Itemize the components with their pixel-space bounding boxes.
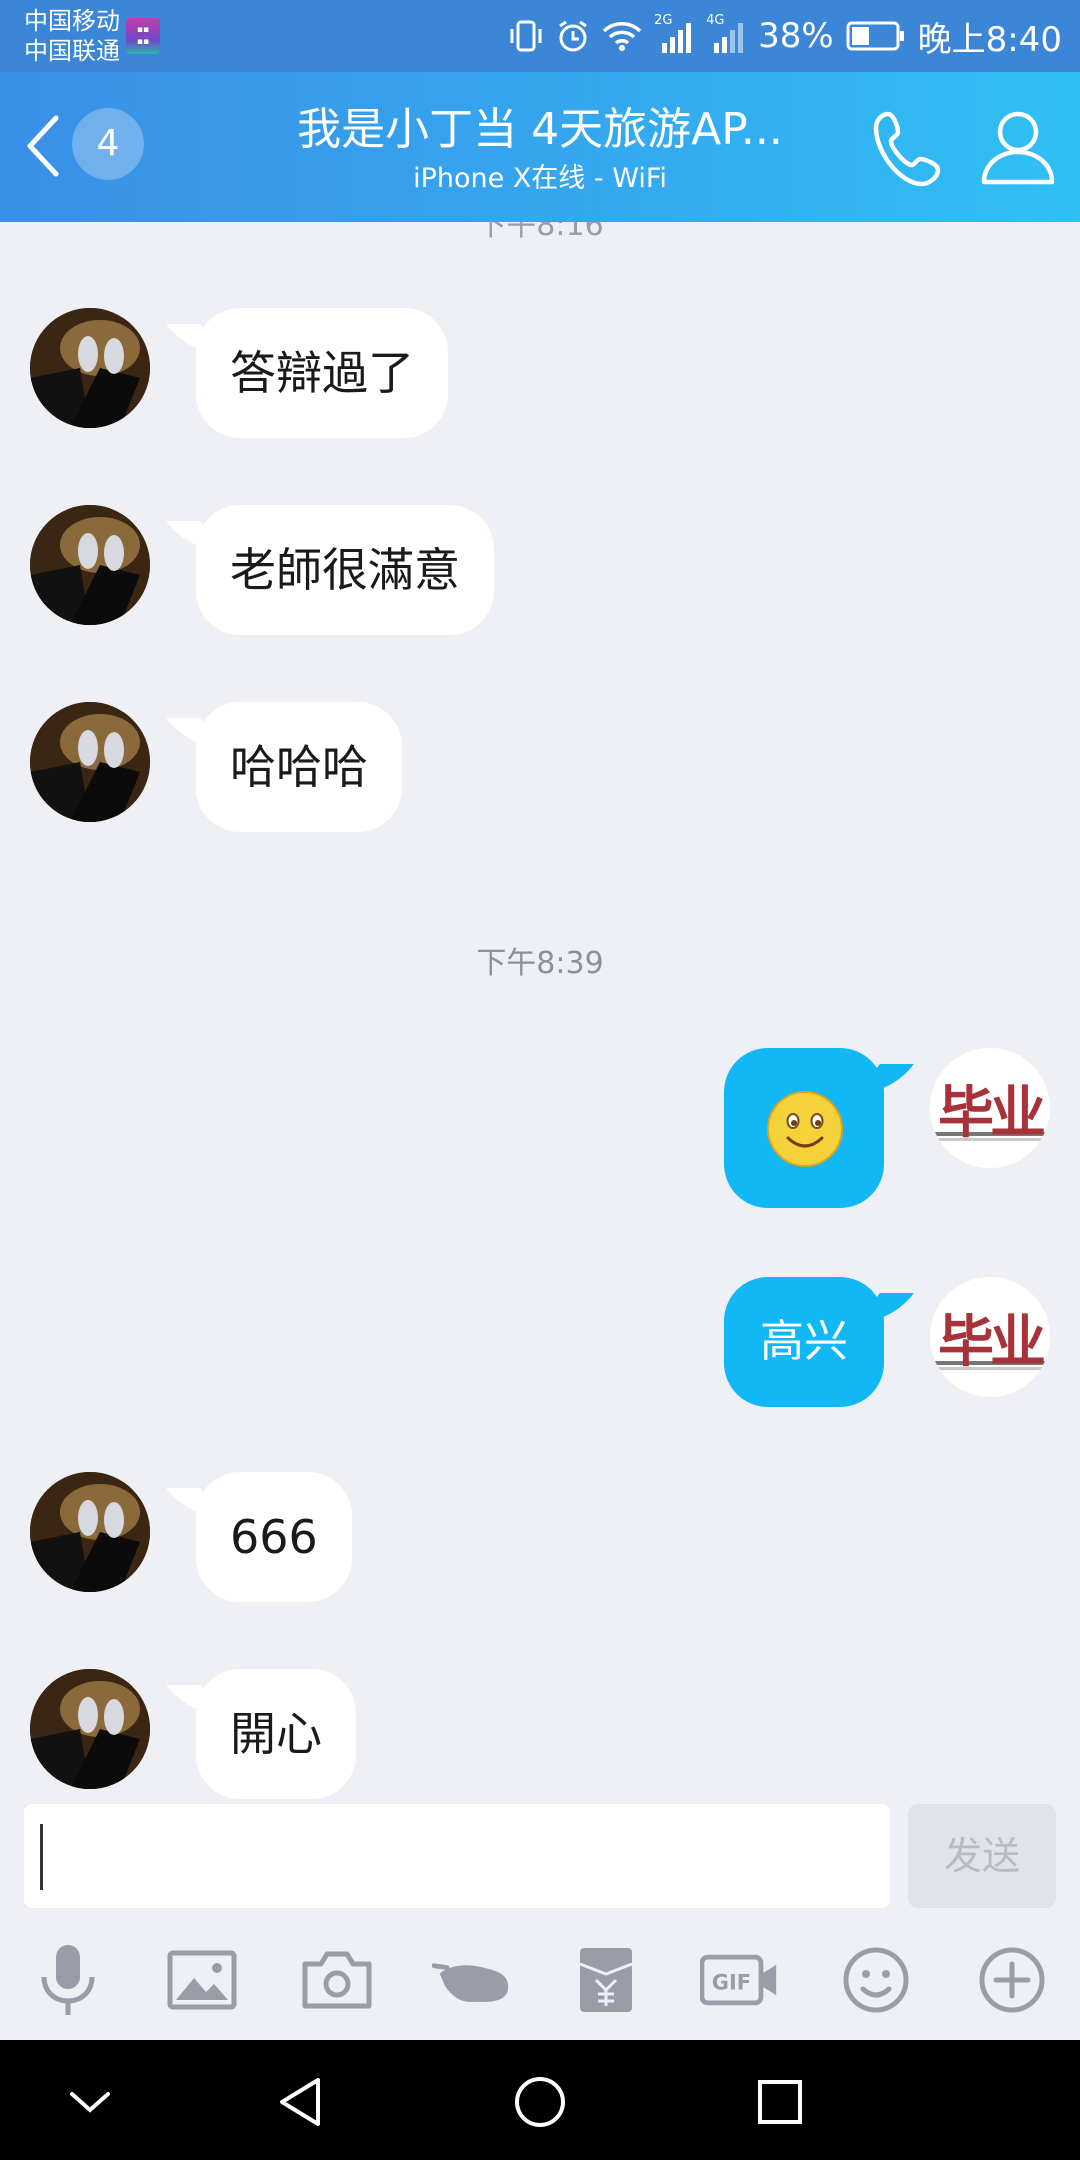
circle-home-icon [515,2077,565,2127]
unread-count-badge: 4 [72,108,144,180]
avatar[interactable] [30,505,150,625]
send-button[interactable]: 发送 [908,1804,1056,1908]
vibrate-icon [508,19,544,53]
avatar-self-text: 毕业 [938,1081,1046,1146]
system-nav-bar [0,2040,1080,2160]
emoji-icon[interactable] [836,1940,916,2020]
plus-icon[interactable] [972,1940,1052,2020]
chat-subtitle: iPhone X在线 - WiFi [413,163,667,194]
alarm-icon [556,19,590,53]
chat-title[interactable]: 我是小丁当 4天旅游AP... [180,102,900,158]
chevron-left-icon [27,115,59,177]
message-bubble-in[interactable]: 666 [196,1472,352,1602]
profile-button[interactable] [976,102,1060,192]
avatar-self[interactable]: 毕业 [930,1048,1050,1168]
gif-icon[interactable]: GIF [700,1940,780,2020]
composer-toolbar: GIF [0,1940,1080,2040]
svg-text:GIF: GIF [712,1971,751,1995]
phone-icon [873,111,941,187]
avatar[interactable] [30,1669,150,1789]
avatar-self-text: 毕业 [938,1310,1046,1375]
app-badge-icon: ▪▪ ▪▪ [126,18,160,54]
message-bubble-in[interactable]: 哈哈哈 [196,702,402,832]
signal-4g-icon: 4G [706,13,746,53]
poke-icon[interactable] [432,1940,512,2020]
image-icon[interactable] [162,1940,242,2020]
carrier-info: 中国移动 中国联通 [24,6,120,66]
message-bubble-in[interactable]: 答辯過了 [196,308,448,438]
composer: 发送 GIF [0,1800,1080,2040]
net-4g-label: 4G [706,13,725,28]
avatar[interactable] [30,1472,150,1592]
net-2g-label: 2G [654,13,673,28]
avatar[interactable] [30,702,150,822]
triangle-back-icon [280,2078,320,2126]
nav-recents-button[interactable] [740,2062,820,2142]
timestamp: 下午8:39 [476,946,604,981]
message-input[interactable] [24,1804,890,1908]
signal-2g-icon: 2G [654,13,694,53]
microphone-icon[interactable] [28,1940,108,2020]
message-bubble-out[interactable]: 高兴 [724,1277,884,1407]
nav-hide-keyboard-button[interactable] [50,2062,130,2142]
avatar-self[interactable]: 毕业 [930,1277,1050,1397]
camera-icon[interactable] [297,1940,377,2020]
message-bubble-in[interactable]: 老師很滿意 [196,505,494,635]
message-list[interactable]: 下午8:16 答辯過了 老師很滿意 哈哈哈 下午8:39 毕业 高兴 毕业 66… [0,222,1080,1802]
back-button[interactable]: 4 [18,108,148,188]
clock: 晚上8:40 [917,19,1062,60]
square-recents-icon [758,2080,802,2124]
text-cursor [40,1824,43,1890]
wifi-icon [602,20,642,52]
carrier-1: 中国移动 [24,7,120,35]
red-packet-icon[interactable] [566,1940,646,2020]
timestamp-peek: 下午8:16 [476,222,604,243]
nav-back-button[interactable] [260,2062,340,2142]
status-icons: 2G 4G 38% 晚上8:40 [508,13,1062,60]
chat-header: 4 我是小丁当 4天旅游AP... iPhone X在线 - WiFi [0,72,1080,222]
carrier-2: 中国联通 [24,37,120,65]
status-bar: 中国移动 中国联通 ▪▪ ▪▪ 2G 4G 38% 晚上8:40 [0,0,1080,72]
smile-emoji-icon [767,1091,843,1167]
call-button[interactable] [868,102,952,192]
message-bubble-out[interactable] [724,1048,884,1208]
battery-icon [846,21,906,51]
person-icon [981,111,1055,185]
avatar[interactable] [30,308,150,428]
battery-percent: 38% [758,16,834,56]
chevron-down-icon [70,2092,110,2113]
nav-home-button[interactable] [500,2062,580,2142]
message-bubble-in[interactable]: 開心 [196,1669,356,1799]
